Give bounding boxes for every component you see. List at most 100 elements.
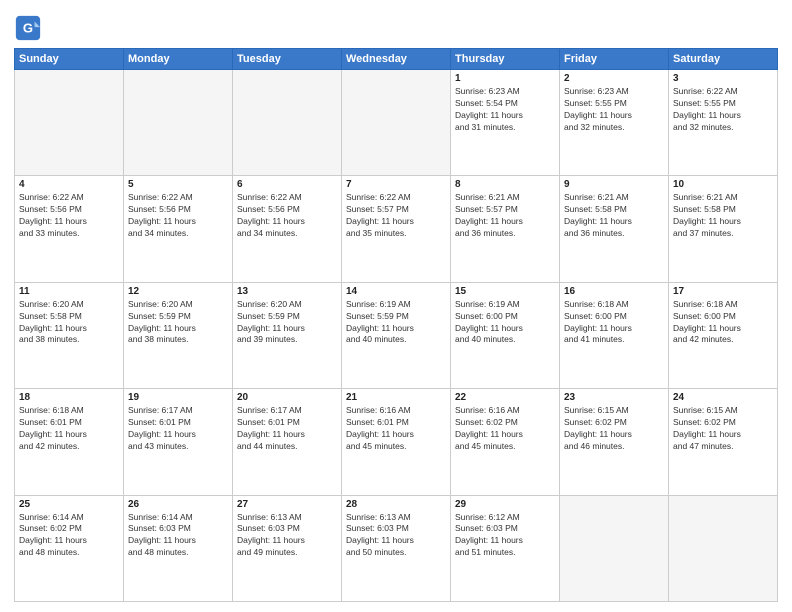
day-number: 20: [237, 392, 337, 403]
day-number: 13: [237, 286, 337, 297]
day-number: 9: [564, 179, 664, 190]
day-info: Sunrise: 6:22 AM Sunset: 5:55 PM Dayligh…: [673, 86, 773, 134]
calendar-cell: 20 Sunrise: 6:17 AM Sunset: 6:01 PM Dayli…: [233, 389, 342, 495]
calendar-cell: 27 Sunrise: 6:13 AM Sunset: 6:03 PM Dayli…: [233, 495, 342, 601]
col-header-monday: Monday: [124, 49, 233, 70]
calendar-cell: 17 Sunrise: 6:18 AM Sunset: 6:00 PM Dayli…: [669, 282, 778, 388]
day-number: 3: [673, 73, 773, 84]
col-header-tuesday: Tuesday: [233, 49, 342, 70]
day-info: Sunrise: 6:12 AM Sunset: 6:03 PM Dayligh…: [455, 512, 555, 560]
calendar-cell: [560, 495, 669, 601]
calendar-cell: 23 Sunrise: 6:15 AM Sunset: 6:02 PM Dayli…: [560, 389, 669, 495]
day-info: Sunrise: 6:22 AM Sunset: 5:57 PM Dayligh…: [346, 192, 446, 240]
calendar-cell: 2 Sunrise: 6:23 AM Sunset: 5:55 PM Daylig…: [560, 70, 669, 176]
day-info: Sunrise: 6:13 AM Sunset: 6:03 PM Dayligh…: [237, 512, 337, 560]
calendar-cell: 19 Sunrise: 6:17 AM Sunset: 6:01 PM Dayli…: [124, 389, 233, 495]
calendar-cell: 1 Sunrise: 6:23 AM Sunset: 5:54 PM Daylig…: [451, 70, 560, 176]
day-number: 23: [564, 392, 664, 403]
calendar-cell: [669, 495, 778, 601]
day-info: Sunrise: 6:23 AM Sunset: 5:55 PM Dayligh…: [564, 86, 664, 134]
day-info: Sunrise: 6:17 AM Sunset: 6:01 PM Dayligh…: [237, 405, 337, 453]
svg-text:G: G: [23, 21, 33, 36]
day-number: 17: [673, 286, 773, 297]
day-info: Sunrise: 6:19 AM Sunset: 6:00 PM Dayligh…: [455, 299, 555, 347]
page: G SundayMondayTuesdayWednesdayThursdayFr…: [0, 0, 792, 612]
day-info: Sunrise: 6:20 AM Sunset: 5:59 PM Dayligh…: [128, 299, 228, 347]
day-number: 16: [564, 286, 664, 297]
day-number: 26: [128, 499, 228, 510]
calendar-cell: 10 Sunrise: 6:21 AM Sunset: 5:58 PM Dayli…: [669, 176, 778, 282]
day-info: Sunrise: 6:14 AM Sunset: 6:03 PM Dayligh…: [128, 512, 228, 560]
calendar-cell: 14 Sunrise: 6:19 AM Sunset: 5:59 PM Dayli…: [342, 282, 451, 388]
calendar-cell: 11 Sunrise: 6:20 AM Sunset: 5:58 PM Dayli…: [15, 282, 124, 388]
day-number: 19: [128, 392, 228, 403]
calendar-cell: [15, 70, 124, 176]
day-number: 2: [564, 73, 664, 84]
day-info: Sunrise: 6:16 AM Sunset: 6:01 PM Dayligh…: [346, 405, 446, 453]
day-number: 11: [19, 286, 119, 297]
day-number: 6: [237, 179, 337, 190]
day-info: Sunrise: 6:22 AM Sunset: 5:56 PM Dayligh…: [128, 192, 228, 240]
day-number: 18: [19, 392, 119, 403]
calendar-table: SundayMondayTuesdayWednesdayThursdayFrid…: [14, 48, 778, 602]
day-info: Sunrise: 6:23 AM Sunset: 5:54 PM Dayligh…: [455, 86, 555, 134]
day-info: Sunrise: 6:22 AM Sunset: 5:56 PM Dayligh…: [237, 192, 337, 240]
day-number: 12: [128, 286, 228, 297]
calendar-cell: 12 Sunrise: 6:20 AM Sunset: 5:59 PM Dayli…: [124, 282, 233, 388]
week-row-3: 18Sunrise: 6:18 AM Sunset: 6:01 PM Dayli…: [15, 389, 778, 495]
day-number: 5: [128, 179, 228, 190]
calendar-cell: 25 Sunrise: 6:14 AM Sunset: 6:02 PM Dayli…: [15, 495, 124, 601]
day-info: Sunrise: 6:16 AM Sunset: 6:02 PM Dayligh…: [455, 405, 555, 453]
day-info: Sunrise: 6:15 AM Sunset: 6:02 PM Dayligh…: [673, 405, 773, 453]
calendar-cell: 18Sunrise: 6:18 AM Sunset: 6:01 PM Dayli…: [15, 389, 124, 495]
calendar-cell: 29 Sunrise: 6:12 AM Sunset: 6:03 PM Dayli…: [451, 495, 560, 601]
day-number: 1: [455, 73, 555, 84]
day-info: Sunrise: 6:19 AM Sunset: 5:59 PM Dayligh…: [346, 299, 446, 347]
day-info: Sunrise: 6:21 AM Sunset: 5:57 PM Dayligh…: [455, 192, 555, 240]
calendar-cell: 6 Sunrise: 6:22 AM Sunset: 5:56 PM Daylig…: [233, 176, 342, 282]
week-row-4: 25 Sunrise: 6:14 AM Sunset: 6:02 PM Dayli…: [15, 495, 778, 601]
calendar-cell: 22 Sunrise: 6:16 AM Sunset: 6:02 PM Dayli…: [451, 389, 560, 495]
day-info: Sunrise: 6:22 AM Sunset: 5:56 PM Dayligh…: [19, 192, 119, 240]
day-info: Sunrise: 6:20 AM Sunset: 5:59 PM Dayligh…: [237, 299, 337, 347]
calendar-cell: 28Sunrise: 6:13 AM Sunset: 6:03 PM Dayli…: [342, 495, 451, 601]
day-info: Sunrise: 6:14 AM Sunset: 6:02 PM Dayligh…: [19, 512, 119, 560]
day-number: 25: [19, 499, 119, 510]
logo-icon: G: [14, 14, 42, 42]
calendar-cell: 4 Sunrise: 6:22 AM Sunset: 5:56 PM Daylig…: [15, 176, 124, 282]
day-info: Sunrise: 6:17 AM Sunset: 6:01 PM Dayligh…: [128, 405, 228, 453]
calendar-cell: 15 Sunrise: 6:19 AM Sunset: 6:00 PM Dayli…: [451, 282, 560, 388]
day-number: 4: [19, 179, 119, 190]
calendar-cell: 9Sunrise: 6:21 AM Sunset: 5:58 PM Daylig…: [560, 176, 669, 282]
calendar-cell: [124, 70, 233, 176]
day-info: Sunrise: 6:18 AM Sunset: 6:00 PM Dayligh…: [564, 299, 664, 347]
day-number: 29: [455, 499, 555, 510]
col-header-friday: Friday: [560, 49, 669, 70]
day-number: 7: [346, 179, 446, 190]
calendar-cell: 8 Sunrise: 6:21 AM Sunset: 5:57 PM Daylig…: [451, 176, 560, 282]
header: G: [14, 10, 778, 42]
calendar-cell: 16 Sunrise: 6:18 AM Sunset: 6:00 PM Dayli…: [560, 282, 669, 388]
logo: G: [14, 14, 44, 42]
day-number: 15: [455, 286, 555, 297]
day-number: 10: [673, 179, 773, 190]
col-header-saturday: Saturday: [669, 49, 778, 70]
header-row: SundayMondayTuesdayWednesdayThursdayFrid…: [15, 49, 778, 70]
day-number: 21: [346, 392, 446, 403]
day-number: 22: [455, 392, 555, 403]
calendar-cell: 5 Sunrise: 6:22 AM Sunset: 5:56 PM Daylig…: [124, 176, 233, 282]
calendar-cell: [342, 70, 451, 176]
day-info: Sunrise: 6:21 AM Sunset: 5:58 PM Dayligh…: [673, 192, 773, 240]
calendar-cell: 13 Sunrise: 6:20 AM Sunset: 5:59 PM Dayli…: [233, 282, 342, 388]
week-row-0: 1 Sunrise: 6:23 AM Sunset: 5:54 PM Daylig…: [15, 70, 778, 176]
day-number: 14: [346, 286, 446, 297]
day-number: 8: [455, 179, 555, 190]
calendar-cell: 26 Sunrise: 6:14 AM Sunset: 6:03 PM Dayli…: [124, 495, 233, 601]
day-number: 27: [237, 499, 337, 510]
day-info: Sunrise: 6:20 AM Sunset: 5:58 PM Dayligh…: [19, 299, 119, 347]
calendar-cell: 3 Sunrise: 6:22 AM Sunset: 5:55 PM Daylig…: [669, 70, 778, 176]
day-info: Sunrise: 6:18 AM Sunset: 6:00 PM Dayligh…: [673, 299, 773, 347]
col-header-wednesday: Wednesday: [342, 49, 451, 70]
day-info: Sunrise: 6:15 AM Sunset: 6:02 PM Dayligh…: [564, 405, 664, 453]
calendar-cell: [233, 70, 342, 176]
